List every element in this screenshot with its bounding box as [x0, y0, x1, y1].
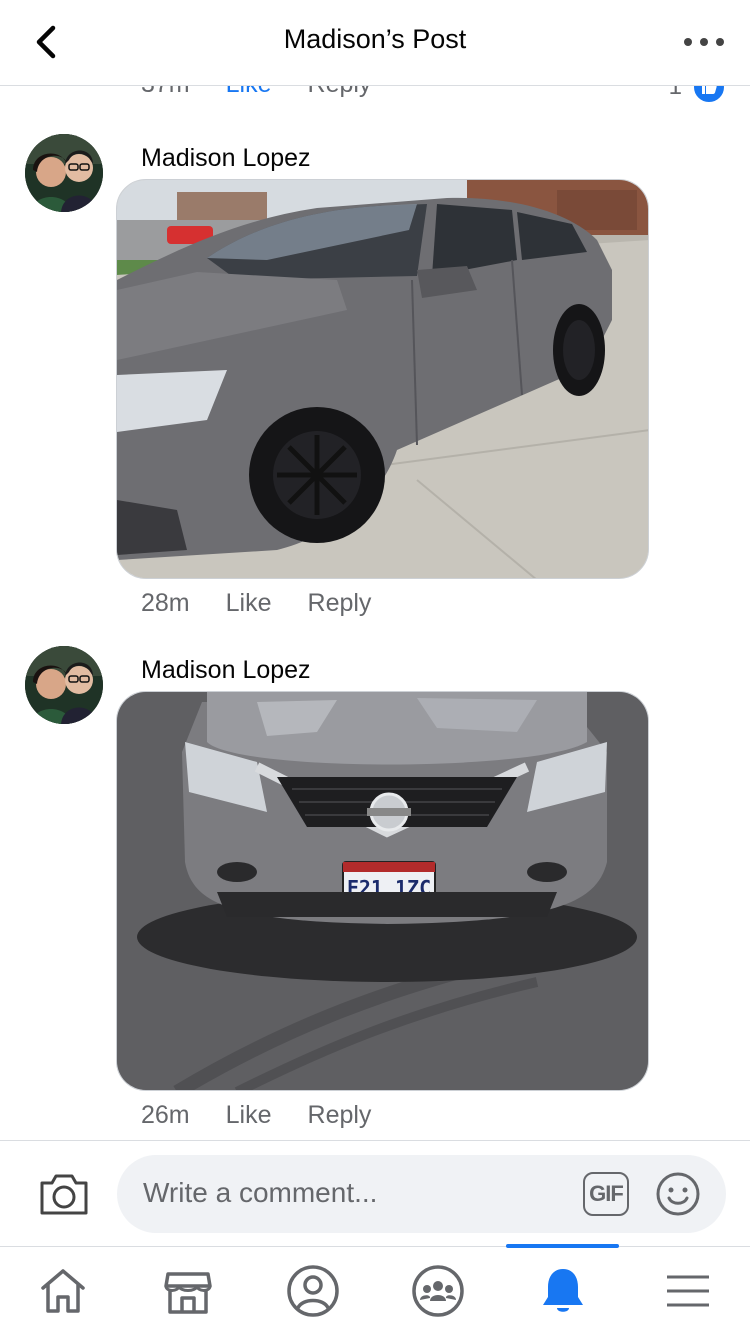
comment-input[interactable]: Write a comment... GIF	[117, 1155, 726, 1233]
reply-button[interactable]: Reply	[308, 1101, 372, 1130]
page-title: Madison’s Post	[283, 24, 467, 54]
comment-time: 26m	[141, 1101, 190, 1129]
post-header: Madison’s Post	[0, 0, 750, 86]
comment-time: 28m	[141, 589, 190, 617]
comment-composer: Write a comment... GIF	[0, 1140, 750, 1246]
camera-button[interactable]	[38, 1171, 90, 1217]
like-button[interactable]: Like	[226, 1101, 272, 1130]
bell-icon	[542, 1269, 583, 1312]
menu-icon	[666, 1275, 709, 1307]
groups-icon	[411, 1265, 464, 1317]
tab-menu[interactable]	[625, 1247, 750, 1334]
comment-actions: 26m Like Reply	[141, 1101, 371, 1130]
reply-button[interactable]: Reply	[308, 589, 372, 618]
bottom-tab-bar	[0, 1244, 750, 1334]
profile-icon	[286, 1265, 339, 1317]
comment-input-placeholder: Write a comment...	[143, 1177, 378, 1208]
more-horizontal-icon	[684, 38, 692, 46]
home-icon	[40, 1269, 85, 1313]
tab-home[interactable]	[0, 1247, 125, 1334]
camera-icon	[40, 1174, 88, 1215]
tab-marketplace[interactable]	[125, 1247, 250, 1334]
comment-actions: 28m Like Reply	[141, 589, 371, 618]
avatar[interactable]	[25, 646, 103, 724]
marketplace-icon	[163, 1272, 212, 1314]
more-options-button[interactable]	[684, 28, 724, 56]
gif-button[interactable]: GIF	[583, 1172, 629, 1216]
avatar[interactable]	[25, 134, 103, 212]
tab-profile[interactable]	[250, 1247, 375, 1334]
smile-icon	[656, 1172, 700, 1216]
photo-gray-sedan-side[interactable]	[116, 179, 649, 579]
comment-author[interactable]: Madison Lopez	[141, 656, 311, 685]
tab-groups[interactable]	[375, 1247, 500, 1334]
tab-notifications[interactable]	[500, 1247, 625, 1334]
emoji-button[interactable]	[655, 1171, 701, 1217]
photo-gray-sedan-front[interactable]: F21 1ZC	[116, 691, 649, 1091]
comment-author[interactable]: Madison Lopez	[141, 144, 311, 173]
like-button[interactable]: Like	[226, 589, 272, 618]
